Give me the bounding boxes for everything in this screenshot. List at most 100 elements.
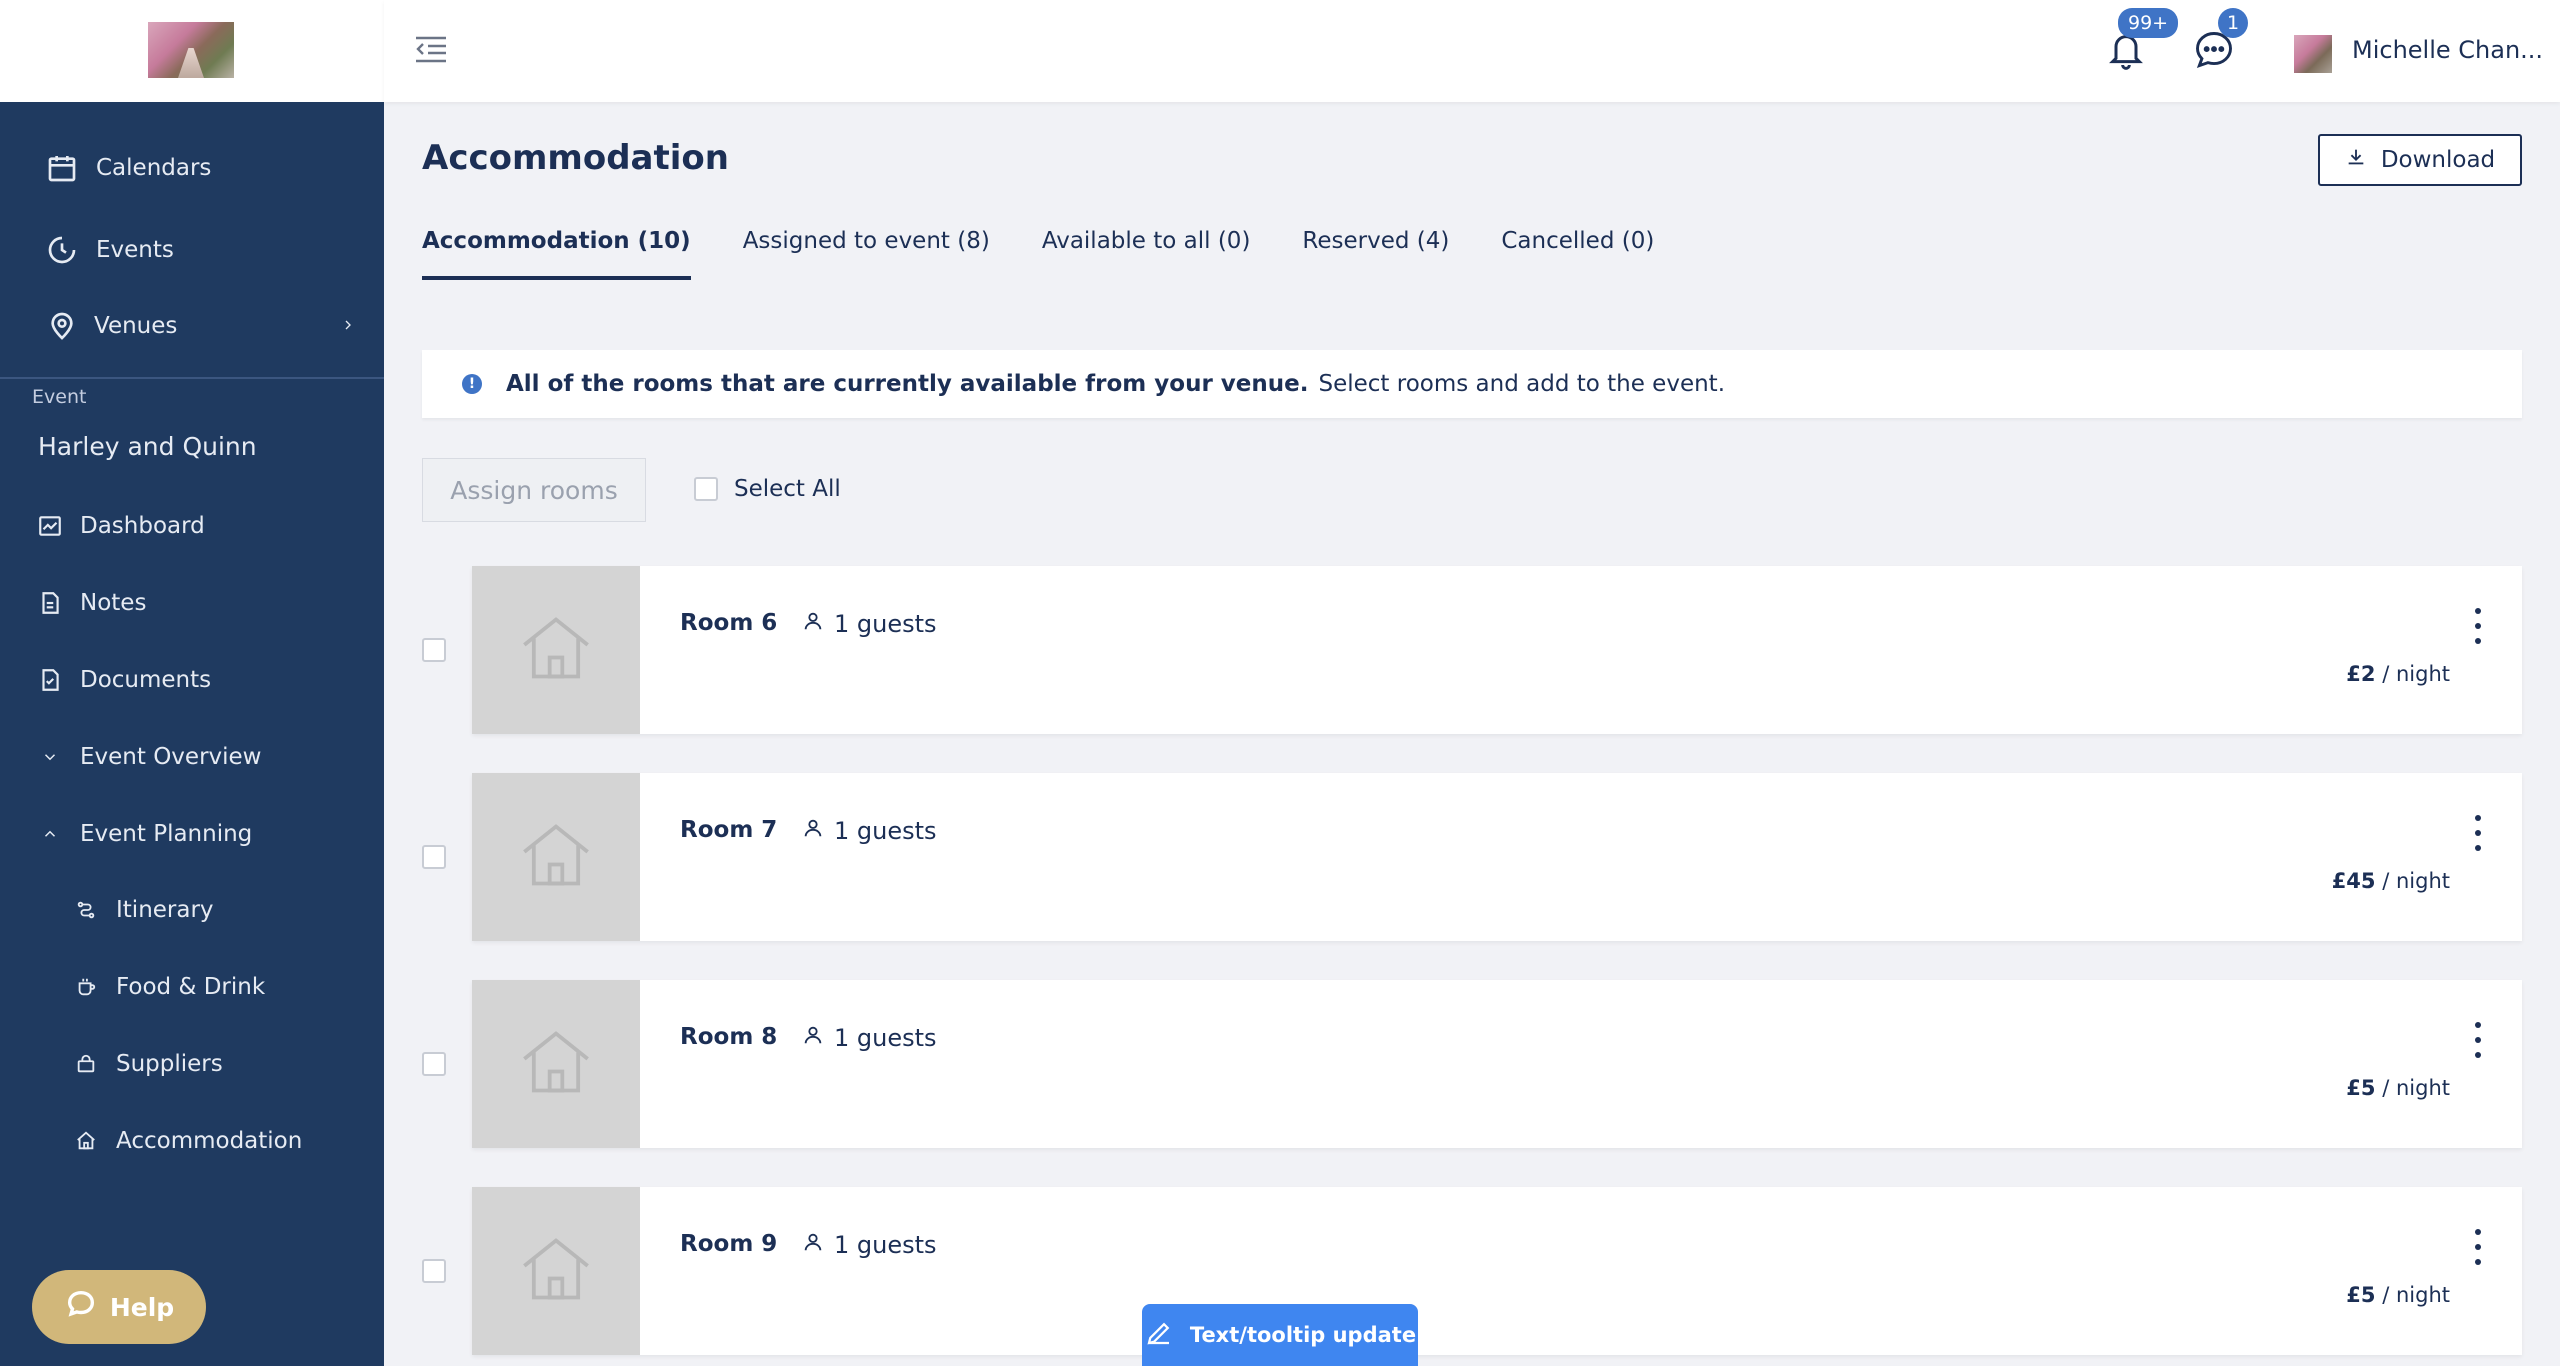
download-button[interactable]: Download [2318,134,2522,186]
more-options-icon[interactable] [2468,1229,2488,1265]
sidebar-item-event-planning[interactable]: Event Planning [0,816,384,852]
sidebar-item-label: Event Overview [80,744,262,770]
sidebar-item-label: Event Planning [80,821,253,847]
sidebar-item-accommodation[interactable]: Accommodation [0,1123,384,1159]
more-options-icon[interactable] [2468,608,2488,644]
person-icon [802,817,824,845]
room-checkbox[interactable] [422,845,446,869]
list-item: Room 6 1 guests £2 / night [422,566,2522,734]
calendar-icon [44,150,80,186]
price-unit: / night [2382,1076,2450,1100]
tab-assigned-to-event[interactable]: Assigned to event (8) [743,228,990,280]
room-name[interactable]: Room 9 [680,1231,777,1257]
info-icon: ! [462,374,482,394]
guests-label: 1 guests [834,1024,937,1052]
room-thumbnail [472,980,640,1148]
house-icon [516,610,596,690]
assign-rooms-button[interactable]: Assign rooms [422,458,646,522]
avatar[interactable] [2294,35,2332,73]
sidebar-item-label: Calendars [96,155,212,181]
room-name[interactable]: Room 7 [680,817,777,843]
sidebar-item-label: Venues [94,313,178,339]
room-checkbox[interactable] [422,1259,446,1283]
sidebar-item-label: Itinerary [116,897,214,923]
room-guests: 1 guests [802,1231,937,1259]
sidebar-item-event-overview[interactable]: Event Overview [0,739,384,775]
price-value: £5 [2346,1076,2376,1100]
more-options-icon[interactable] [2468,815,2488,851]
sidebar-item-events[interactable]: Events [0,232,384,268]
sidebar-item-label: Notes [80,590,147,616]
room-card[interactable]: Room 9 1 guests £5 / night [472,1187,2522,1355]
room-card[interactable]: Room 7 1 guests £45 / night [472,773,2522,941]
tab-available-to-all[interactable]: Available to all (0) [1042,228,1251,280]
room-card[interactable]: Room 6 1 guests £2 / night [472,566,2522,734]
person-icon [802,1024,824,1052]
room-price: £5 / night [2346,1076,2450,1100]
tab-accommodation[interactable]: Accommodation (10) [422,228,691,280]
sidebar-item-venues[interactable]: Venues [0,308,384,344]
sidebar-item-suppliers[interactable]: Suppliers [0,1046,384,1082]
room-card[interactable]: Room 8 1 guests £5 / night [472,980,2522,1148]
info-banner: ! All of the rooms that are currently av… [422,350,2522,418]
room-checkbox[interactable] [422,1052,446,1076]
collapse-menu-icon[interactable] [414,34,450,66]
tab-reserved[interactable]: Reserved (4) [1302,228,1449,280]
chevron-up-icon [32,816,68,852]
room-name[interactable]: Room 8 [680,1024,777,1050]
tab-bar: Accommodation (10) Assigned to event (8)… [422,228,1654,280]
room-name[interactable]: Room 6 [680,610,777,636]
sidebar-item-itinerary[interactable]: Itinerary [0,892,384,928]
logo[interactable] [148,22,234,78]
pencil-icon [1144,1318,1174,1353]
room-price: £5 / night [2346,1283,2450,1307]
sidebar-item-dashboard[interactable]: Dashboard [0,508,384,544]
location-pin-icon [44,308,80,344]
select-all-label: Select All [734,476,841,502]
event-name: Harley and Quinn [38,432,257,461]
sidebar-item-notes[interactable]: Notes [0,585,384,621]
tab-cancelled[interactable]: Cancelled (0) [1501,228,1654,280]
text-tooltip-update-button[interactable]: Text/tooltip update [1142,1304,1418,1366]
download-icon [2345,146,2367,174]
sidebar-item-label: Accommodation [116,1128,303,1154]
sidebar-item-food-drink[interactable]: Food & Drink [0,969,384,1005]
chevron-right-icon [340,313,356,339]
help-button[interactable]: Help [32,1270,206,1344]
list-item: Room 9 1 guests £5 / night [422,1187,2522,1355]
price-unit: / night [2382,1283,2450,1307]
house-icon [516,817,596,897]
bag-icon [68,1046,104,1082]
documents-icon [32,662,68,698]
route-icon [68,892,104,928]
select-all[interactable]: Select All [694,476,841,502]
sidebar-divider [0,377,384,379]
select-all-checkbox[interactable] [694,477,718,501]
sidebar-item-label: Dashboard [80,513,205,539]
room-thumbnail [472,1187,640,1355]
room-guests: 1 guests [802,1024,937,1052]
chart-icon [32,508,68,544]
price-value: £45 [2331,869,2376,893]
chevron-down-icon [32,739,68,775]
person-icon [802,610,824,638]
list-item: Room 8 1 guests £5 / night [422,980,2522,1148]
home-icon [68,1123,104,1159]
sidebar-item-label: Food & Drink [116,974,266,1000]
room-checkbox[interactable] [422,638,446,662]
price-unit: / night [2382,662,2450,686]
room-guests: 1 guests [802,817,937,845]
more-options-icon[interactable] [2468,1022,2488,1058]
notes-icon [32,585,68,621]
download-label: Download [2380,147,2496,173]
user-name[interactable]: Michelle Chan... [2352,36,2552,64]
sidebar-item-calendars[interactable]: Calendars [0,150,384,186]
top-bar: 99+ 1 Michelle Chan... [384,0,2560,102]
room-thumbnail [472,566,640,734]
person-icon [802,1231,824,1259]
price-value: £5 [2346,1283,2376,1307]
messages-badge: 1 [2218,8,2248,38]
guests-label: 1 guests [834,817,937,845]
sidebar-item-documents[interactable]: Documents [0,662,384,698]
info-strong-text: All of the rooms that are currently avai… [506,371,1309,397]
